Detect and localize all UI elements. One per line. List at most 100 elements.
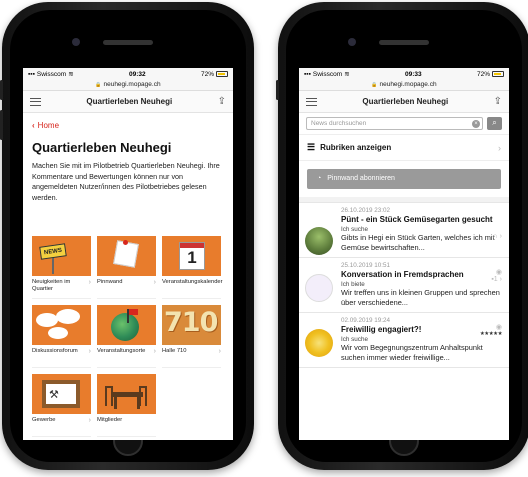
lock-icon: 🔒 [371, 82, 378, 88]
news-sign-icon: NEWS [32, 236, 91, 276]
entry-title: Konversation in Fremdsprachen [341, 270, 464, 279]
speaker-icon [379, 40, 429, 45]
entry-meta: ◉ ▪1 › [491, 268, 502, 283]
tile-label: Gewerbe [32, 417, 56, 423]
tile-mitglieder[interactable]: Mitglieder [97, 374, 156, 437]
wifi-icon: ≋ [344, 71, 350, 78]
camera-icon [72, 38, 80, 46]
page-title: Quartierleben Neuhegi [32, 140, 172, 155]
back-label: Home [37, 121, 60, 130]
url-text: neuhegi.mopage.ch [103, 81, 161, 88]
search-input[interactable]: News durchsuchen × [306, 117, 483, 130]
chevron-left-icon: ‹ [32, 121, 35, 130]
tile-label: Veranstaltungsorte [97, 348, 146, 354]
tile-grid: NEWS Neuigkeiten im Quartier › Pinnwand › … [32, 236, 228, 440]
rubriken-row[interactable]: ☰ Rubriken anzeigen › [299, 135, 509, 161]
subscribe-button[interactable]: ◔ Pinnwand abonnieren [307, 169, 501, 189]
stage: ▪▪▪ Swisscom ≋ 09:32 72% 🔒 neuhegi.mopage.… [0, 0, 528, 477]
tile-diskussionsforum[interactable]: Diskussionsforum › [32, 305, 91, 368]
hall-number: 710 [164, 307, 218, 338]
entry-text: Wir vom Begegnungszentrum Anhaltspunkt s… [341, 343, 483, 362]
chevron-right-icon: › [88, 348, 91, 355]
menu-icon[interactable] [30, 97, 41, 106]
share-icon[interactable]: ⇪ [494, 96, 502, 107]
list-item[interactable]: 25.10.2019 10:51 Konversation in Fremdsp… [299, 258, 509, 313]
entry-title: Pünt - ein Stück Gemüsegarten gesucht [341, 215, 493, 224]
entry-type: Ich biete [341, 281, 365, 288]
calendar-icon: 1 [162, 236, 221, 276]
news-sign-text: NEWS [39, 243, 67, 260]
subscribe-label: Pinnwand abonnieren [327, 175, 395, 182]
entry-thumbnail [305, 227, 333, 255]
clock: 09:32 [129, 70, 146, 78]
clear-icon[interactable]: × [472, 120, 480, 128]
url-bar[interactable]: 🔒 neuhegi.mopage.ch [299, 80, 509, 91]
entry-title: Freiwillig engagiert?! [341, 325, 422, 334]
volume-button[interactable] [0, 110, 3, 140]
tile-label: Neuigkeiten im Quartier [32, 279, 71, 292]
search-icon: ⌕ [492, 118, 497, 127]
list-icon: ☰ [307, 142, 316, 152]
entry-text: Gibts in Hegi ein Stück Garten, welches … [341, 233, 495, 252]
chevron-right-icon: › [88, 279, 91, 286]
list-item[interactable]: 26.10.2019 23:02 Pünt - ein Stück Gemüse… [299, 203, 509, 258]
mute-switch[interactable] [0, 80, 3, 100]
speaker-icon [103, 40, 153, 45]
battery: 72% [201, 71, 228, 78]
tile-halle-710[interactable]: 710 Halle 710 › [162, 305, 221, 368]
tile-veranstaltungskalender[interactable]: 1 Veranstaltungskalender [162, 236, 223, 299]
lock-icon: 🔒 [95, 82, 102, 88]
header-title: Quartierleben Neuhegi [86, 97, 173, 106]
tile-label: Pinnwand [97, 279, 123, 285]
entry-type: Ich suche [341, 226, 368, 233]
search-button[interactable]: ⌕ [487, 117, 502, 130]
signal-icon: ▪▪▪ [28, 70, 35, 78]
app-header: Quartierleben Neuhegi ⇪ [23, 91, 233, 113]
list-item[interactable]: 02.09.2019 19:24 Freiwillig engagiert?! … [299, 313, 509, 368]
back-link[interactable]: ‹ Home [23, 113, 233, 130]
carrier: ▪▪▪ Swisscom ≋ [304, 70, 350, 79]
entry-date: 26.10.2019 23:02 [341, 207, 391, 214]
signal-icon: ▪▪▪ [304, 70, 311, 78]
rubriken-label: Rubriken anzeigen [320, 143, 392, 152]
url-text: neuhegi.mopage.ch [379, 81, 437, 88]
speech-bubbles-icon [32, 305, 91, 345]
tile-label: Veranstaltungskalender [162, 279, 223, 285]
eye-icon: ◉ [495, 324, 502, 331]
entry-thumbnail [305, 274, 333, 302]
screen-left: ▪▪▪ Swisscom ≋ 09:32 72% 🔒 neuhegi.mopage.… [23, 68, 233, 440]
chevron-right-icon: › [153, 348, 156, 355]
entry-type: Ich suche [341, 336, 368, 343]
entry-date: 25.10.2019 10:51 [341, 262, 391, 269]
tile-pinnwand[interactable]: Pinnwand › [97, 236, 156, 299]
tile-label: Mitglieder [97, 417, 123, 423]
entry-meta: ◉ ★★★★★ [480, 323, 503, 337]
battery-icon [492, 71, 504, 77]
share-icon[interactable]: ⇪ [218, 96, 226, 107]
carrier-label: Swisscom [312, 70, 343, 78]
tile-veranstaltungsorte[interactable]: Veranstaltungsorte › [97, 305, 156, 368]
camera-icon [348, 38, 356, 46]
chevron-right-icon: › [498, 142, 501, 153]
pinboard-note-icon [97, 236, 156, 276]
search-row: News durchsuchen × ⌕ [299, 113, 509, 135]
mute-switch[interactable] [276, 80, 279, 100]
chevron-right-icon: › [499, 276, 502, 283]
menu-icon[interactable] [306, 97, 317, 106]
tile-label: Diskussionsforum [32, 348, 78, 354]
chevron-right-icon: › [218, 348, 221, 355]
chevron-right-icon: › [88, 417, 91, 424]
app-header: Quartierleben Neuhegi ⇪ [299, 91, 509, 113]
entry-text: Wir treffen uns in kleinen Gruppen und s… [341, 288, 500, 307]
battery: 72% [477, 71, 504, 78]
entry-date: 02.09.2019 19:24 [341, 317, 391, 324]
tile-neuigkeiten[interactable]: NEWS Neuigkeiten im Quartier › [32, 236, 91, 299]
wifi-icon: ≋ [68, 71, 74, 78]
headphones-icon: ∩ [492, 233, 498, 240]
url-bar[interactable]: 🔒 neuhegi.mopage.ch [23, 80, 233, 91]
tile-gewerbe[interactable]: ⚒ Gewerbe › [32, 374, 91, 437]
battery-percent: 72% [200, 70, 214, 78]
calendar-day: 1 [179, 242, 205, 270]
table-chairs-icon [97, 374, 156, 414]
clock: 09:33 [405, 70, 422, 78]
